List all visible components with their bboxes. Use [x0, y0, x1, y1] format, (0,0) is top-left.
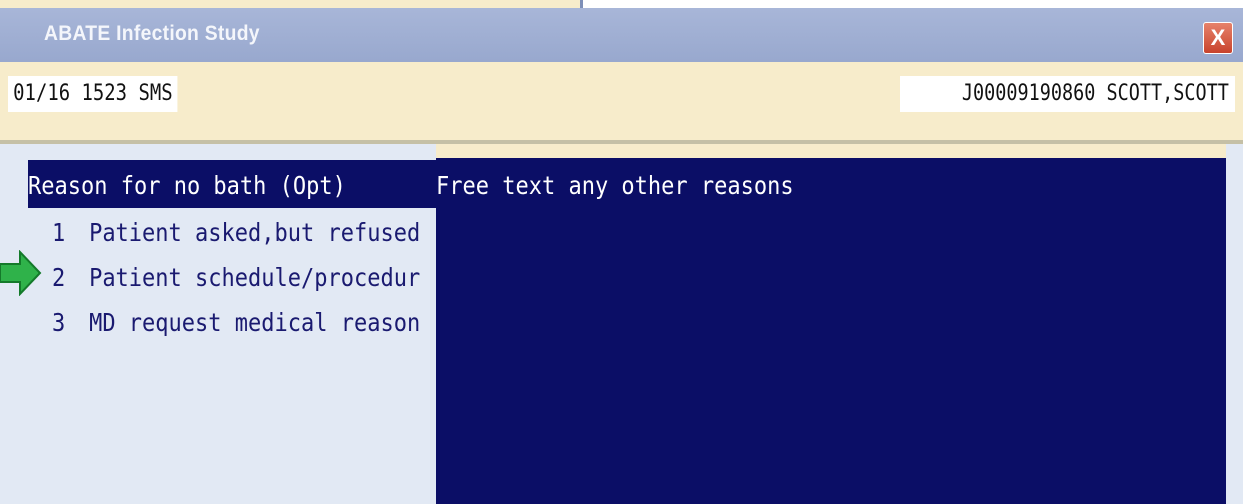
datetime-field: 01/16 1523 SMS: [8, 76, 178, 112]
option-label: MD request medical reason: [89, 308, 421, 337]
free-text-panel[interactable]: [436, 158, 1226, 504]
window-titlebar: ABATE Infection Study X: [0, 8, 1243, 62]
option-number: 2: [52, 263, 66, 292]
option-number: 3: [52, 308, 66, 337]
option-label: Patient schedule/procedur: [89, 263, 421, 292]
close-icon: X: [1210, 25, 1226, 50]
green-arrow-icon: [0, 250, 42, 296]
close-button[interactable]: X: [1203, 22, 1233, 54]
top-strip-left: [0, 0, 580, 8]
header-row: 01/16 1523 SMS J00009190860 SCOTT,SCOTT: [0, 62, 1243, 140]
top-strip-right: [580, 0, 1243, 8]
list-item[interactable]: 1 Patient asked,but refused: [52, 218, 420, 248]
free-text-header: Free text any other reasons: [436, 171, 794, 200]
option-label: Patient asked,but refused: [89, 218, 421, 247]
patient-field: J00009190860 SCOTT,SCOTT: [900, 76, 1235, 112]
reason-list-header: Reason for no bath (Opt): [28, 171, 346, 200]
right-edge-panel: [1226, 144, 1243, 504]
patient-id-name: J00009190860 SCOTT,SCOTT: [961, 81, 1229, 106]
list-item[interactable]: 3 MD request medical reason: [52, 308, 420, 338]
option-number: 1: [52, 218, 66, 247]
window-title: ABATE Infection Study: [44, 22, 260, 45]
list-item[interactable]: 2 Patient schedule/procedur: [52, 263, 420, 293]
